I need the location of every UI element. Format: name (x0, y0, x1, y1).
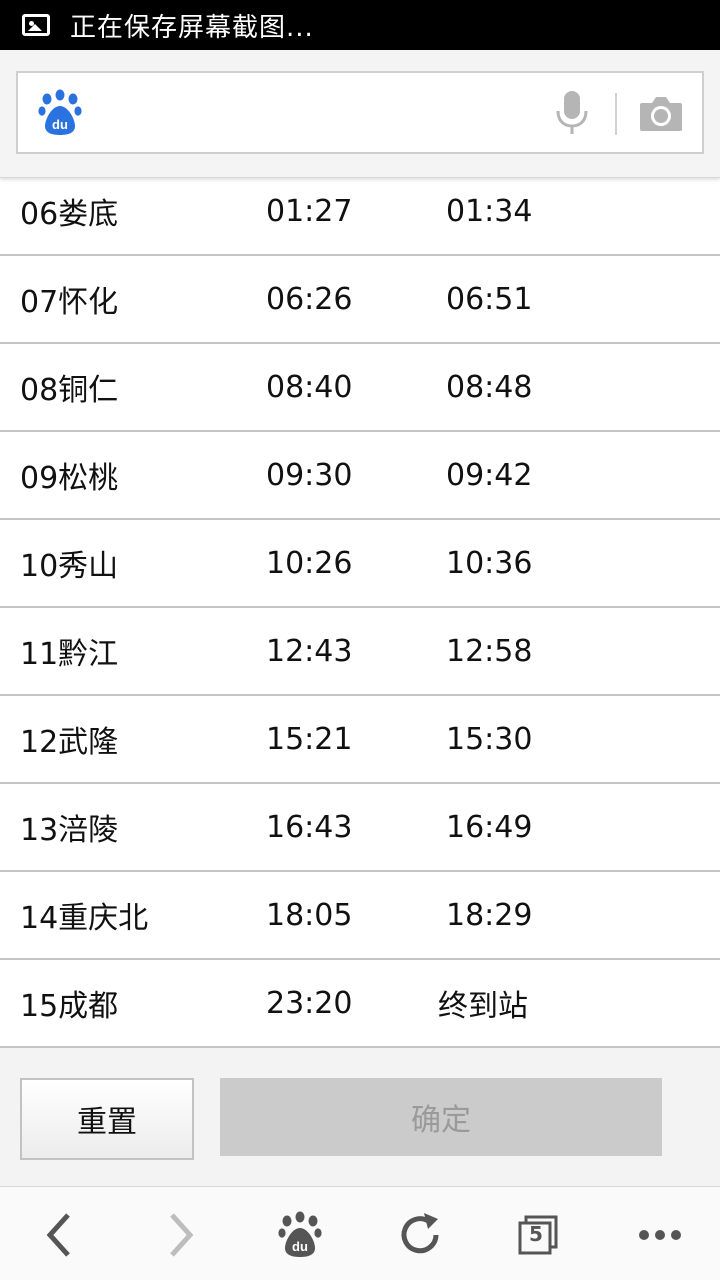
schedule-row: 10秀山 10:26 10:36 (0, 520, 720, 608)
departure-time: 16:49 (446, 809, 533, 845)
status-bar: 正在保存屏幕截图... (0, 0, 720, 50)
image-icon (22, 14, 50, 36)
baidu-home-icon: du (278, 1211, 322, 1257)
station-name: 14重庆北 (20, 901, 149, 936)
schedule-row: 08铜仁 08:40 08:48 (0, 344, 720, 432)
search-divider (615, 93, 617, 135)
schedule-row: 11黔江 12:43 12:58 (0, 608, 720, 696)
arrival-time: 10:26 (266, 545, 353, 581)
schedule-row: 13涪陵 16:43 16:49 (0, 784, 720, 872)
station-name: 09松桃 (20, 461, 119, 496)
more-icon (639, 1230, 681, 1240)
station-name: 06娄底 (20, 197, 119, 232)
back-button[interactable] (30, 1205, 90, 1265)
search-box[interactable]: du (16, 71, 704, 154)
camera-icon[interactable] (638, 93, 684, 133)
search-input[interactable] (98, 79, 538, 147)
schedule-row: 06娄底 01:27 01:34 (0, 168, 720, 256)
departure-time: 10:36 (446, 545, 533, 581)
more-button[interactable] (630, 1205, 690, 1265)
departure-time: 08:48 (446, 369, 533, 405)
schedule-row: 14重庆北 18:05 18:29 (0, 872, 720, 960)
forward-button[interactable] (150, 1205, 210, 1265)
schedule-table: 06娄底 01:27 01:34 07怀化 06:26 06:51 08铜仁 08:40 08:… (0, 168, 720, 1048)
bottom-navigation: du 5 (0, 1186, 720, 1280)
schedule-row: 15成都 23:20 终到站 (0, 960, 720, 1048)
svg-text:du: du (52, 117, 68, 132)
arrival-time: 08:40 (266, 369, 353, 405)
microphone-icon[interactable] (552, 89, 592, 137)
back-icon (46, 1213, 70, 1257)
station-name: 15成都 (20, 989, 119, 1024)
departure-time: 09:42 (446, 457, 533, 493)
departure-time: 15:30 (446, 721, 533, 757)
departure-time: 01:34 (446, 193, 533, 229)
search-header: du (0, 50, 720, 178)
arrival-time: 16:43 (266, 809, 353, 845)
departure-time: 12:58 (446, 633, 533, 669)
arrival-time: 06:26 (266, 281, 353, 317)
arrival-time: 09:30 (266, 457, 353, 493)
reset-button[interactable]: 重置 (20, 1078, 194, 1160)
arrival-time: 01:27 (266, 193, 353, 229)
station-name: 13涪陵 (20, 813, 119, 848)
svg-text:du: du (292, 1239, 308, 1254)
forward-icon (170, 1213, 194, 1257)
baidu-home-button[interactable]: du (270, 1205, 330, 1265)
schedule-row: 12武隆 15:21 15:30 (0, 696, 720, 784)
status-notification-text: 正在保存屏幕截图... (70, 12, 314, 43)
refresh-icon (401, 1213, 439, 1254)
baidu-logo-icon[interactable]: du (38, 89, 82, 137)
station-name: 12武隆 (20, 725, 119, 760)
arrival-time: 23:20 (266, 985, 353, 1021)
departure-time: 终到站 (438, 989, 528, 1024)
arrival-time: 12:43 (266, 633, 353, 669)
departure-time: 18:29 (446, 897, 533, 933)
tabs-button[interactable]: 5 (508, 1205, 568, 1265)
arrival-time: 15:21 (266, 721, 353, 757)
departure-time: 06:51 (446, 281, 533, 317)
schedule-row: 09松桃 09:30 09:42 (0, 432, 720, 520)
station-name: 08铜仁 (20, 373, 119, 408)
refresh-button[interactable] (390, 1205, 450, 1265)
station-name: 10秀山 (20, 549, 119, 584)
confirm-button[interactable]: 确定 (220, 1078, 662, 1156)
station-name: 07怀化 (20, 285, 119, 320)
station-name: 11黔江 (20, 637, 119, 672)
schedule-row: 07怀化 06:26 06:51 (0, 256, 720, 344)
tab-count: 5 (529, 1222, 543, 1246)
action-area: 重置 确定 (0, 1048, 720, 1186)
arrival-time: 18:05 (266, 897, 353, 933)
